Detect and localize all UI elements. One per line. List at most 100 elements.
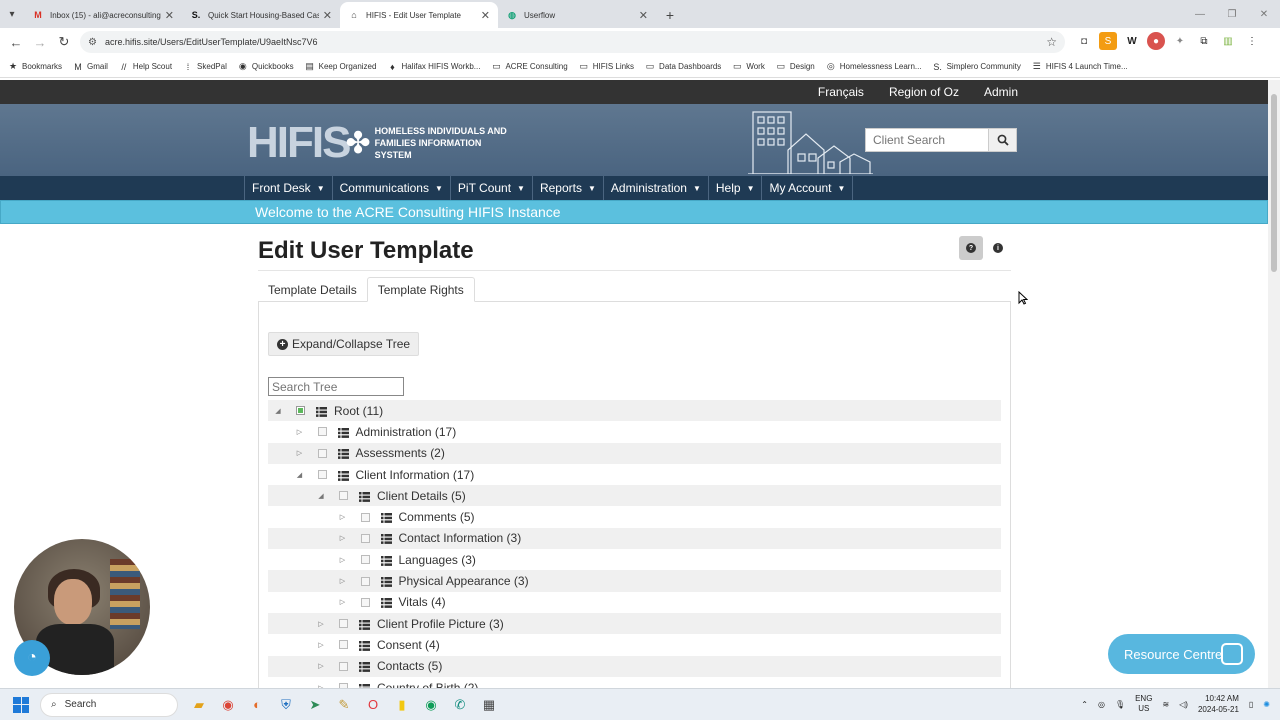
tree-node-label[interactable]: Administration (17) — [356, 425, 457, 439]
tree-expand-icon[interactable]: ▷ — [339, 577, 347, 585]
tree-expand-icon[interactable]: ▷ — [317, 662, 325, 670]
mainnav-item-front-desk[interactable]: Front Desk ▼ — [244, 176, 333, 200]
region-link[interactable]: Region of Oz — [889, 85, 959, 99]
info-button[interactable]: i — [986, 236, 1010, 260]
bookmark-item[interactable]: ▭ Data Dashboards — [645, 61, 722, 72]
camera-icon[interactable]: ◘ — [1075, 32, 1093, 50]
page-scrollbar[interactable] — [1268, 80, 1280, 688]
paint-icon[interactable]: ✎ — [333, 694, 355, 716]
bookmark-item[interactable]: S. Simplero Community — [933, 62, 1021, 72]
taskbar-search[interactable]: ⌕ Search — [40, 692, 178, 717]
tree-node-label[interactable]: Assessments (2) — [356, 446, 445, 460]
scrollbar-thumb[interactable] — [1271, 94, 1277, 272]
chrome-menu-icon[interactable]: ⋮ — [1243, 32, 1261, 50]
close-tab-icon[interactable]: ✕ — [639, 9, 648, 22]
tab-search-menu-icon[interactable]: ▾ — [0, 0, 24, 28]
back-icon[interactable]: ← — [4, 30, 28, 54]
mainnav-item-pit-count[interactable]: PiT Count ▼ — [451, 176, 533, 200]
chrome-profile-icon[interactable]: ◉ — [420, 694, 442, 716]
tree-checkbox[interactable] — [296, 406, 305, 416]
clock[interactable]: 10:42 AM 2024-05-21 — [1198, 693, 1239, 715]
tree-checkbox[interactable] — [360, 555, 370, 565]
bookmark-item[interactable]: ▤ Keep Organized — [305, 61, 376, 72]
powerbi-icon[interactable]: ▮ — [391, 694, 413, 716]
tree-checkbox[interactable] — [317, 470, 327, 480]
tree-node-label[interactable]: Contacts (5) — [377, 659, 442, 673]
tree-collapse-icon[interactable]: ◢ — [317, 492, 325, 500]
tab-template-rights[interactable]: Template Rights — [366, 277, 475, 302]
forward-icon[interactable]: → — [28, 30, 52, 54]
tree-checkbox[interactable] — [360, 533, 370, 543]
file-explorer-icon[interactable]: ▰ — [188, 694, 210, 716]
bookmark-item[interactable]: ◎ Homelessness Learn... — [826, 61, 922, 72]
extension-red-icon[interactable]: ● — [1147, 32, 1165, 50]
windows-start-icon[interactable] — [10, 694, 32, 716]
bookmark-star-icon[interactable]: ☆ — [1046, 35, 1057, 49]
site-info-icon[interactable]: ⚙ — [88, 37, 97, 48]
bookmark-item[interactable]: ▭ HIFIS Links — [579, 61, 634, 72]
tree-node-label[interactable]: Country of Birth (2) — [377, 681, 478, 689]
tree-search-input[interactable] — [268, 377, 404, 396]
mainnav-item-help[interactable]: Help ▼ — [709, 176, 763, 200]
close-tab-icon[interactable]: ✕ — [481, 9, 490, 22]
tree-node-label[interactable]: Root (11) — [334, 404, 383, 418]
reload-icon[interactable]: ↻ — [52, 30, 76, 54]
tree-checkbox[interactable] — [339, 640, 348, 650]
tree-collapse-icon[interactable]: ◢ — [274, 407, 282, 415]
tab-template-details[interactable]: Template Details — [258, 277, 367, 302]
bookmark-item[interactable]: ♦ Halifax HIFIS Workb... — [387, 62, 480, 72]
bookmark-item[interactable]: ★ Bookmarks — [8, 61, 62, 72]
tree-checkbox[interactable] — [360, 597, 370, 607]
globe-icon[interactable]: ◎ — [1098, 700, 1105, 709]
bookmark-item[interactable]: // Help Scout — [119, 62, 172, 72]
bookmark-item[interactable]: ▭ Work — [732, 61, 765, 72]
browser-tab[interactable]: ⌂ HIFIS - Edit User Template ✕ — [340, 2, 498, 28]
browser-tab[interactable]: S. Quick Start Housing-Based Cas ✕ — [182, 2, 340, 28]
whatsapp-icon[interactable]: ✆ — [449, 694, 471, 716]
wifi-icon[interactable]: ≋ — [1162, 700, 1169, 709]
bookmark-item[interactable]: ▭ Design — [776, 61, 815, 72]
new-tab-button[interactable]: + — [656, 2, 684, 28]
wikipedia-icon[interactable]: W — [1123, 32, 1141, 50]
volume-icon[interactable]: ◁) — [1179, 700, 1188, 709]
browser-tab[interactable]: M Inbox (15) - ali@acreconsulting ✕ — [24, 2, 182, 28]
tree-checkbox[interactable] — [360, 576, 370, 586]
tree-node-label[interactable]: Vitals (4) — [399, 595, 446, 609]
url-bar[interactable]: ⚙ acre.hifis.site/Users/EditUserTemplate… — [80, 31, 1065, 53]
tree-node-label[interactable]: Client Information (17) — [356, 468, 475, 482]
bookmark-item[interactable]: ▭ ACRE Consulting — [491, 61, 568, 72]
calculator-icon[interactable]: ▦ — [478, 694, 500, 716]
security-icon[interactable]: ⛨ — [275, 694, 297, 716]
tree-node-label[interactable]: Physical Appearance (3) — [399, 574, 529, 588]
mainnav-item-administration[interactable]: Administration ▼ — [604, 176, 709, 200]
restore-icon[interactable]: ❐ — [1216, 0, 1248, 28]
extension-grey-icon[interactable]: ✦ — [1171, 32, 1189, 50]
chrome-icon[interactable]: ◉ — [217, 694, 239, 716]
tree-checkbox[interactable] — [339, 619, 348, 629]
feed-icon[interactable]: ◔ — [14, 640, 50, 676]
client-search-button[interactable] — [989, 128, 1017, 152]
tree-node-label[interactable]: Client Details (5) — [377, 489, 466, 503]
tree-expand-icon[interactable]: ▷ — [317, 620, 325, 628]
close-window-icon[interactable]: ✕ — [1248, 0, 1280, 28]
tree-node-label[interactable]: Languages (3) — [399, 553, 476, 567]
microphone-icon[interactable]: 🎙 — [1115, 700, 1125, 709]
minimize-icon[interactable]: — — [1184, 0, 1216, 28]
tree-expand-icon[interactable]: ▷ — [339, 534, 347, 542]
hifis-logo[interactable]: HIFIS ✤ HOMELESS INDIVIDUALS AND FAMILIE… — [247, 118, 515, 168]
tree-node-label[interactable]: Client Profile Picture (3) — [377, 617, 504, 631]
tray-chevron-icon[interactable]: ⌃ — [1081, 700, 1088, 709]
client-search-input[interactable] — [865, 128, 989, 152]
bookmark-item[interactable]: ⁞ SkedPal — [183, 62, 227, 72]
bookmark-item[interactable]: M Gmail — [73, 62, 108, 72]
tree-expand-icon[interactable]: ▷ — [339, 556, 347, 564]
mainnav-item-reports[interactable]: Reports ▼ — [533, 176, 604, 200]
bookmark-item[interactable]: ◉ Quickbooks — [238, 61, 294, 72]
admin-link[interactable]: Admin — [984, 85, 1018, 99]
arrow-app-icon[interactable]: ➤ — [304, 694, 326, 716]
mainnav-item-communications[interactable]: Communications ▼ — [333, 176, 451, 200]
expand-collapse-button[interactable]: + Expand/Collapse Tree — [268, 332, 420, 356]
tree-expand-icon[interactable]: ▷ — [317, 641, 325, 649]
edge-icon[interactable]: ◐ — [246, 694, 268, 716]
tree-node-label[interactable]: Comments (5) — [399, 510, 475, 524]
